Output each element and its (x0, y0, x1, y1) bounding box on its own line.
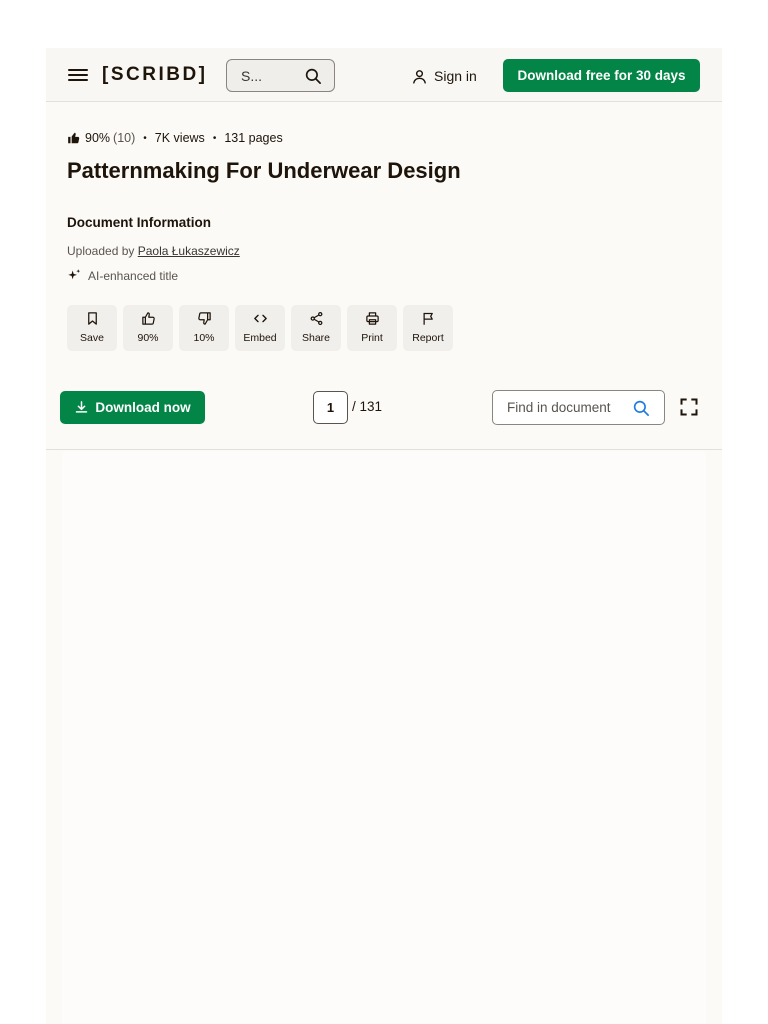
sign-in-button[interactable]: Sign in (411, 66, 477, 86)
flag-icon (423, 312, 433, 325)
thumbs-up-icon (141, 312, 155, 325)
find-in-document-input[interactable]: Find in document (492, 390, 665, 425)
separator-dot: • (212, 132, 217, 144)
embed-button[interactable]: Embed (235, 305, 285, 351)
page-count: 131 pages (224, 131, 283, 145)
document-actions: Save 90% 10% Embed Share Print Report (67, 305, 453, 351)
share-label: Share (301, 332, 331, 344)
uploaded-by-label: Uploaded by (67, 244, 135, 258)
print-button[interactable]: Print (347, 305, 397, 351)
download-now-label: Download now (95, 400, 191, 415)
download-icon (76, 401, 88, 413)
ai-enhanced-title: AI-enhanced title (67, 268, 178, 283)
separator-dot: • (143, 132, 147, 144)
report-button[interactable]: Report (403, 305, 453, 351)
document-title: Patternmaking For Underwear Design (67, 158, 461, 183)
page-frame: [SCRIBD] S... Sign in Download free for … (46, 48, 722, 1024)
total-pages: / 131 (352, 399, 383, 414)
embed-label: Embed (243, 332, 277, 344)
save-button[interactable]: Save (67, 305, 117, 351)
ai-enhanced-label: AI-enhanced title (88, 268, 179, 283)
download-free-trial-button[interactable]: Download free for 30 days (503, 59, 700, 92)
document-stats: 90% (10) • 7K views • 131 pages (67, 131, 283, 145)
top-header: [SCRIBD] S... Sign in Download free for … (46, 48, 722, 102)
thumbs-up-filled-icon (68, 132, 80, 144)
rating-percent: 90% (85, 131, 111, 145)
menu-icon[interactable] (68, 66, 88, 84)
sparkle-icon (68, 269, 81, 280)
bookmark-icon (87, 312, 97, 325)
search-icon[interactable] (304, 67, 322, 85)
fullscreen-icon[interactable] (679, 397, 699, 417)
uploader-link[interactable]: Paola Łukaszewicz (138, 244, 240, 258)
download-now-button[interactable]: Download now (60, 391, 205, 424)
find-placeholder: Find in document (507, 400, 611, 415)
printer-icon (365, 312, 379, 325)
rating-count: (10) (113, 131, 136, 145)
search-placeholder: S... (241, 68, 263, 84)
search-input[interactable]: S... (226, 59, 335, 92)
share-button[interactable]: Share (291, 305, 341, 351)
scribd-logo[interactable]: [SCRIBD] (102, 63, 208, 87)
code-icon (253, 314, 267, 323)
print-label: Print (361, 332, 383, 344)
downvote-button[interactable]: 10% (179, 305, 229, 351)
upvote-percent: 90% (137, 332, 159, 344)
thumbs-down-icon (197, 312, 211, 325)
report-label: Report (412, 332, 444, 344)
share-icon (310, 311, 322, 326)
document-viewer[interactable] (62, 451, 706, 1024)
save-label: Save (80, 332, 104, 344)
sign-in-label: Sign in (434, 68, 477, 84)
document-information-heading: Document Information (67, 215, 211, 230)
downvote-percent: 10% (193, 332, 215, 344)
user-icon (413, 69, 426, 84)
upvote-button[interactable]: 90% (123, 305, 173, 351)
view-count: 7K views (154, 131, 205, 145)
page-number-input[interactable]: 1 (313, 391, 348, 424)
uploaded-by: Uploaded by Paola Łukaszewicz (67, 244, 240, 258)
search-icon[interactable] (632, 399, 650, 417)
document-toolbar: Download now 1 / 131 Find in document (46, 368, 722, 450)
